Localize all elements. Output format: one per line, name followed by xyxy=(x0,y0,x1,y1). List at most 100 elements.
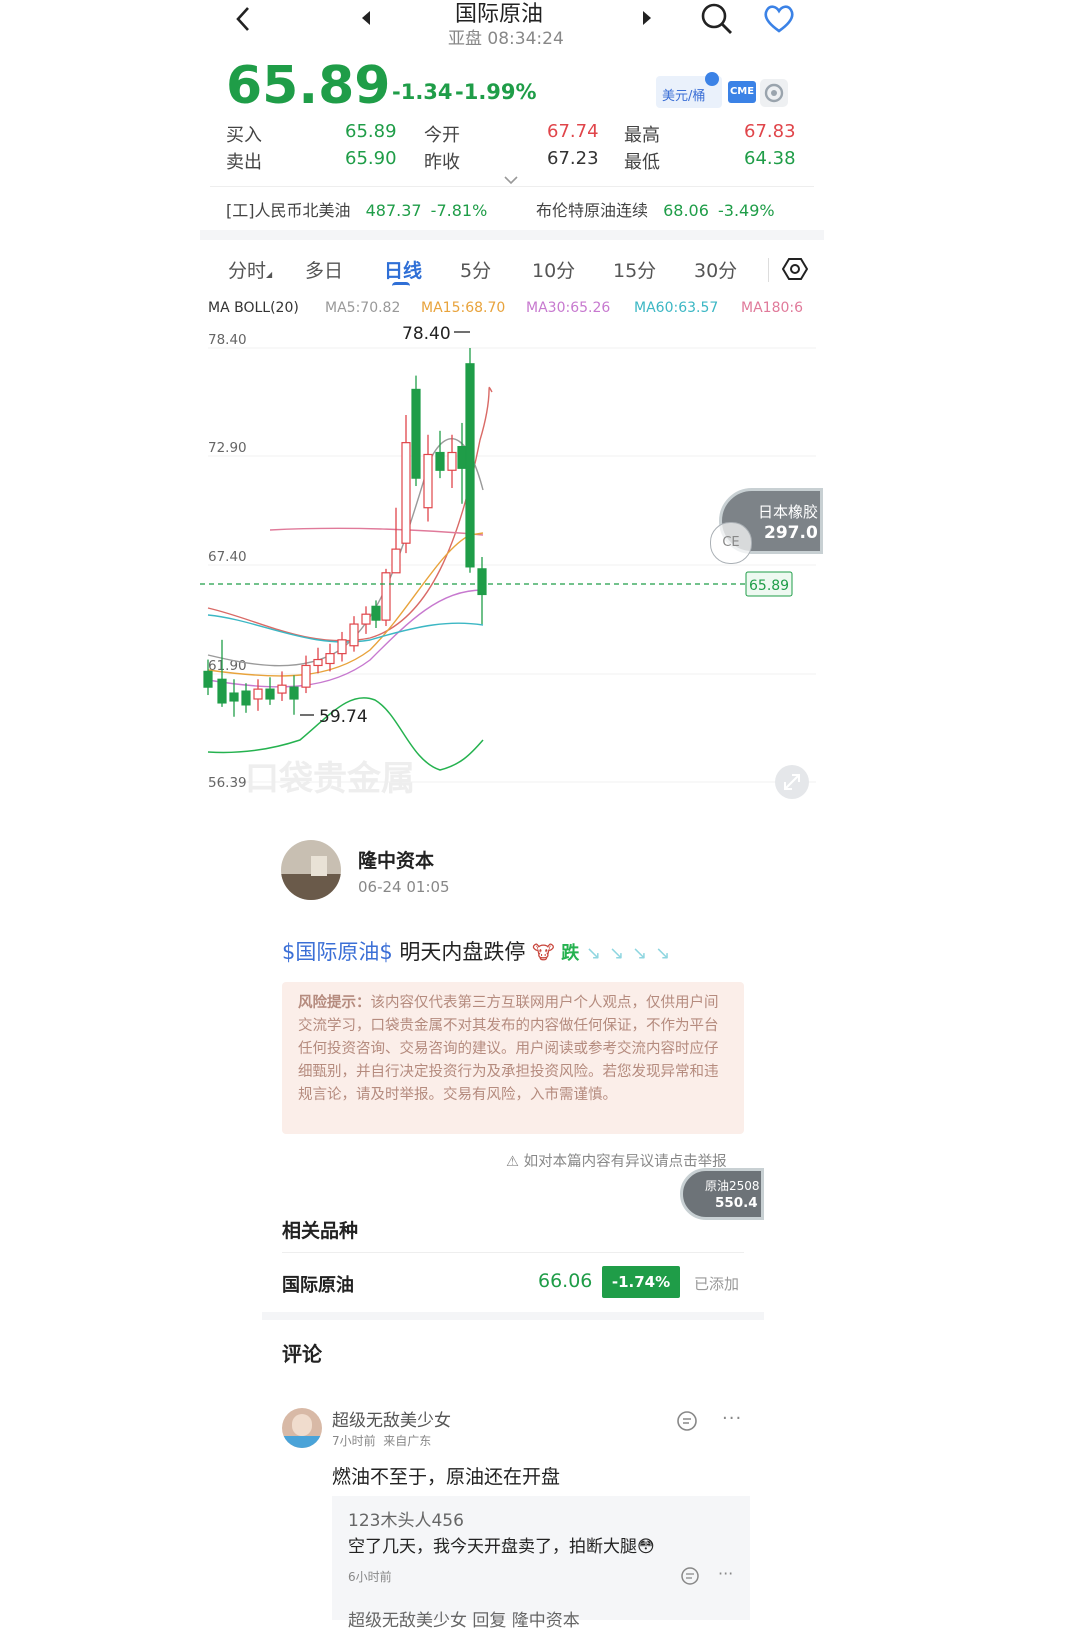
candle-body xyxy=(457,445,467,469)
chat-bubble-icon xyxy=(705,72,719,86)
chevron-left-icon xyxy=(236,7,249,31)
ticker-pct: -7.81% xyxy=(430,201,488,220)
ma60-line xyxy=(207,614,484,643)
prev-close-value: 67.23 xyxy=(547,148,599,169)
exchange-badge: CME xyxy=(728,81,756,103)
ox-emoji-icon: 🐮 xyxy=(532,942,555,964)
candle-body xyxy=(265,688,275,700)
tab-fenshi[interactable]: 分时◢ xyxy=(228,256,272,283)
reply-time: 6小时前 xyxy=(348,1570,392,1584)
ma30-label: MA30:65.26 xyxy=(526,300,611,316)
unit-badge: 美元/桶 xyxy=(656,72,722,108)
ma60-label: MA60:63.57 xyxy=(634,300,719,316)
ask-value: 65.90 xyxy=(345,148,397,169)
candle-body xyxy=(391,548,401,574)
ma5-line xyxy=(207,438,484,667)
chart-settings-button[interactable] xyxy=(781,256,809,286)
tab-divider xyxy=(768,258,769,282)
candle-body xyxy=(203,670,213,688)
tab-30min[interactable]: 30分 xyxy=(694,256,737,283)
candle-body xyxy=(313,658,323,667)
candle-body xyxy=(447,451,457,471)
tab-daily[interactable]: 日线 xyxy=(384,256,422,283)
candle-body xyxy=(217,678,227,704)
bid-value: 65.89 xyxy=(345,121,397,142)
favorite-button[interactable] xyxy=(762,4,796,38)
widget-value: 550.4 xyxy=(715,1195,758,1211)
low-value: 64.38 xyxy=(744,148,796,169)
candle-body xyxy=(435,451,445,471)
last-price: 65.89 xyxy=(226,56,391,116)
related-ticker-right[interactable]: 布伦特原油连续 68.06 -3.49% xyxy=(536,197,775,221)
settings-button[interactable] xyxy=(760,79,788,107)
expand-chart-icon[interactable] xyxy=(775,765,809,799)
related-section-title: 相关品种 xyxy=(282,1220,359,1242)
candlestick-chart[interactable]: 78.40 72.90 67.40 61.90 56.39 口袋贵金属 78.4… xyxy=(200,320,824,810)
more-button[interactable]: ··· xyxy=(722,1408,742,1429)
candle-body xyxy=(411,388,421,479)
max-price-annotation: 78.40 xyxy=(402,324,451,344)
triangle-left-icon xyxy=(362,11,370,25)
ma15-label: MA15:68.70 xyxy=(421,300,506,316)
comment-text: 燃油不至于，原油还在开盘 xyxy=(332,1466,561,1488)
author-name[interactable]: 隆中资本 xyxy=(358,846,434,873)
related-item-price: 66.06 xyxy=(538,1270,593,1292)
chevron-down-icon xyxy=(504,176,518,185)
divider xyxy=(282,1252,744,1253)
triangle-right-icon xyxy=(643,11,651,25)
drop-word: 跌 xyxy=(561,943,580,964)
y-axis-label: 61.90 xyxy=(208,658,247,674)
chat-bubble-icon[interactable] xyxy=(680,1566,700,1586)
candle-body xyxy=(229,692,239,702)
comment-user[interactable]: 超级无敌美少女 xyxy=(332,1406,451,1431)
more-dots-icon[interactable]: ··· xyxy=(718,1564,733,1583)
comment-avatar[interactable] xyxy=(282,1408,322,1448)
corner-caret-icon: ◢ xyxy=(266,270,273,279)
avatar[interactable] xyxy=(281,840,341,900)
y-axis-label: 72.90 xyxy=(208,440,247,456)
back-button[interactable] xyxy=(232,6,256,31)
price-change: -1.34 xyxy=(392,80,453,104)
floating-quote-widget-2[interactable]: 原油2508 550.4 xyxy=(680,1168,764,1220)
tab-10min[interactable]: 10分 xyxy=(532,256,575,283)
candle-body xyxy=(423,453,433,509)
y-axis-label: 56.39 xyxy=(208,775,247,791)
candle-body xyxy=(289,686,299,700)
min-price-annotation: 59.74 xyxy=(319,707,368,727)
tab-15min[interactable]: 15分 xyxy=(613,256,656,283)
related-item[interactable]: 国际原油 66.06 -1.74% 已添加 xyxy=(282,1266,744,1302)
ticker-name: 布伦特原油连续 xyxy=(536,201,649,220)
added-status[interactable]: 已添加 xyxy=(694,1273,739,1294)
price-change-percent: -1.99% xyxy=(455,80,537,104)
related-item-name: 国际原油 xyxy=(282,1275,354,1296)
reply-button[interactable] xyxy=(676,1410,698,1436)
prev-close-label: 昨收 xyxy=(424,152,460,173)
active-tab-indicator xyxy=(392,282,410,289)
ma5-label: MA5:70.82 xyxy=(325,300,401,316)
next-instrument-button[interactable] xyxy=(641,10,653,30)
instrument-tag-link[interactable]: $国际原油$ xyxy=(282,940,393,964)
reply-user[interactable]: 123木头人456 xyxy=(348,1506,464,1531)
indicator-main: MA BOLL(20) xyxy=(208,300,299,316)
ticker-pct: -3.49% xyxy=(718,201,775,220)
candle-body xyxy=(477,568,487,596)
candle-body xyxy=(325,653,335,665)
divider xyxy=(210,186,814,187)
ticker-name: [工]人民币北美油 xyxy=(226,201,351,220)
tab-multi-day[interactable]: 多日 xyxy=(305,256,343,283)
ma30-line xyxy=(207,589,484,688)
search-icon xyxy=(701,3,732,34)
high-label: 最高 xyxy=(624,125,660,146)
post-time: 06-24 01:05 xyxy=(358,878,450,896)
section-separator xyxy=(262,1312,764,1320)
related-ticker-left[interactable]: [工]人民币北美油 487.37 -7.81% xyxy=(226,197,487,221)
tab-5min[interactable]: 5分 xyxy=(460,256,491,283)
open-label: 今开 xyxy=(424,125,460,146)
chart-watermark: 口袋贵金属 xyxy=(245,759,415,799)
search-button[interactable] xyxy=(700,2,734,40)
report-link[interactable]: ⚠ 如对本篇内容有异议请点击举报 xyxy=(506,1150,727,1171)
prev-instrument-button[interactable] xyxy=(360,10,372,30)
widget-name: 原油2508 xyxy=(705,1179,760,1193)
risk-warning: 风险提示：该内容仅代表第三方互联网用户个人观点，仅供用户间交流学习，口袋贵金属不… xyxy=(282,982,744,1134)
reply-text: 空了几天，我今天开盘卖了，拍断大腿😳 xyxy=(348,1537,655,1557)
